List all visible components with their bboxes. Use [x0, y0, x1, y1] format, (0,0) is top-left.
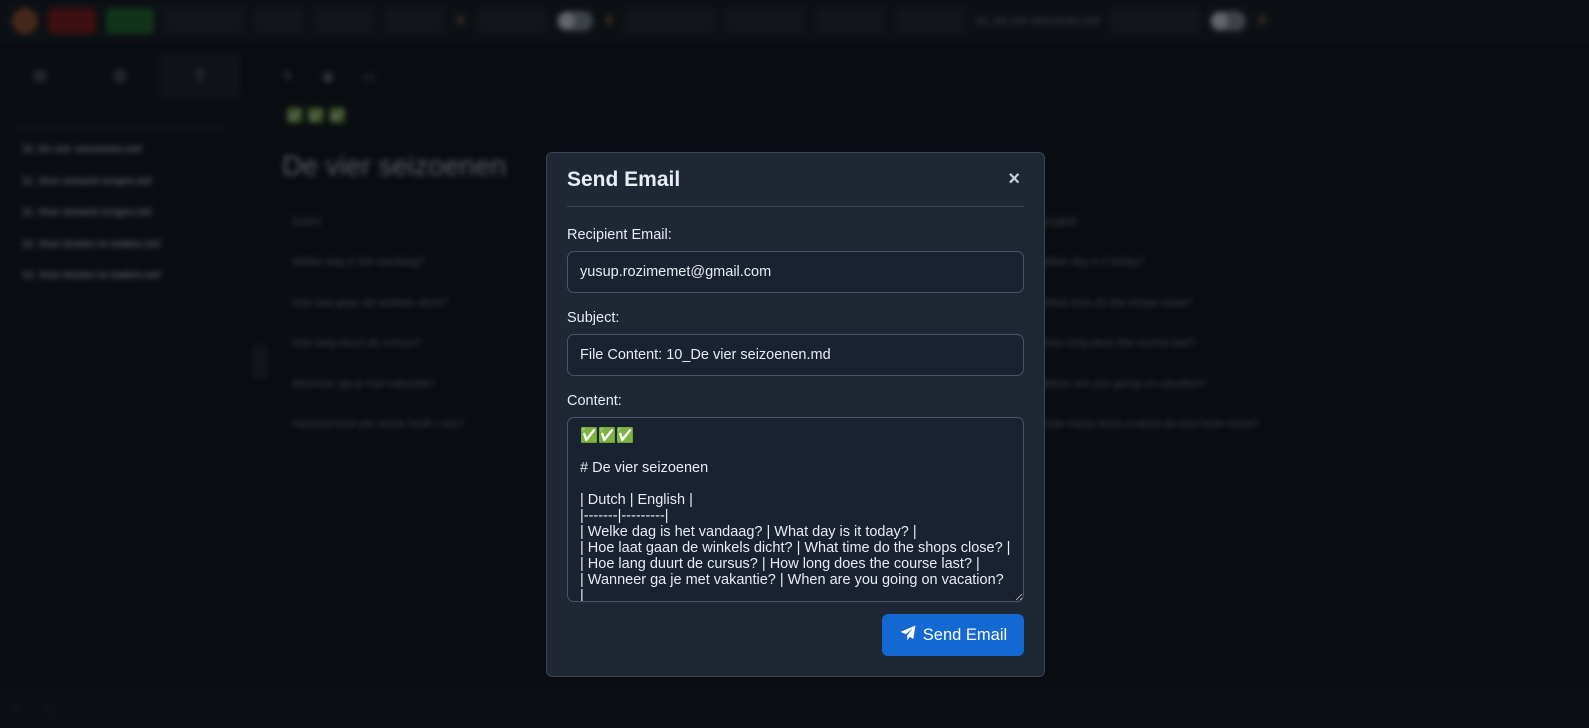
send-email-modal: Send Email × Recipient Email: Subject: C…	[546, 152, 1045, 677]
recipient-email-input[interactable]	[567, 251, 1024, 293]
recipient-label: Recipient Email:	[567, 227, 672, 243]
content-textarea[interactable]: ✅✅✅ # De vier seizoenen | Dutch | Englis…	[567, 417, 1024, 602]
paper-plane-icon	[899, 624, 917, 647]
modal-title: Send Email	[567, 167, 681, 191]
send-email-label: Send Email	[922, 625, 1008, 644]
modal-header: Send Email ×	[567, 153, 1024, 207]
content-label: Content:	[567, 393, 622, 409]
send-email-button[interactable]: Send Email	[882, 614, 1024, 656]
close-icon[interactable]: ×	[1008, 168, 1020, 191]
subject-input[interactable]	[567, 334, 1024, 376]
subject-label: Subject:	[567, 310, 620, 326]
